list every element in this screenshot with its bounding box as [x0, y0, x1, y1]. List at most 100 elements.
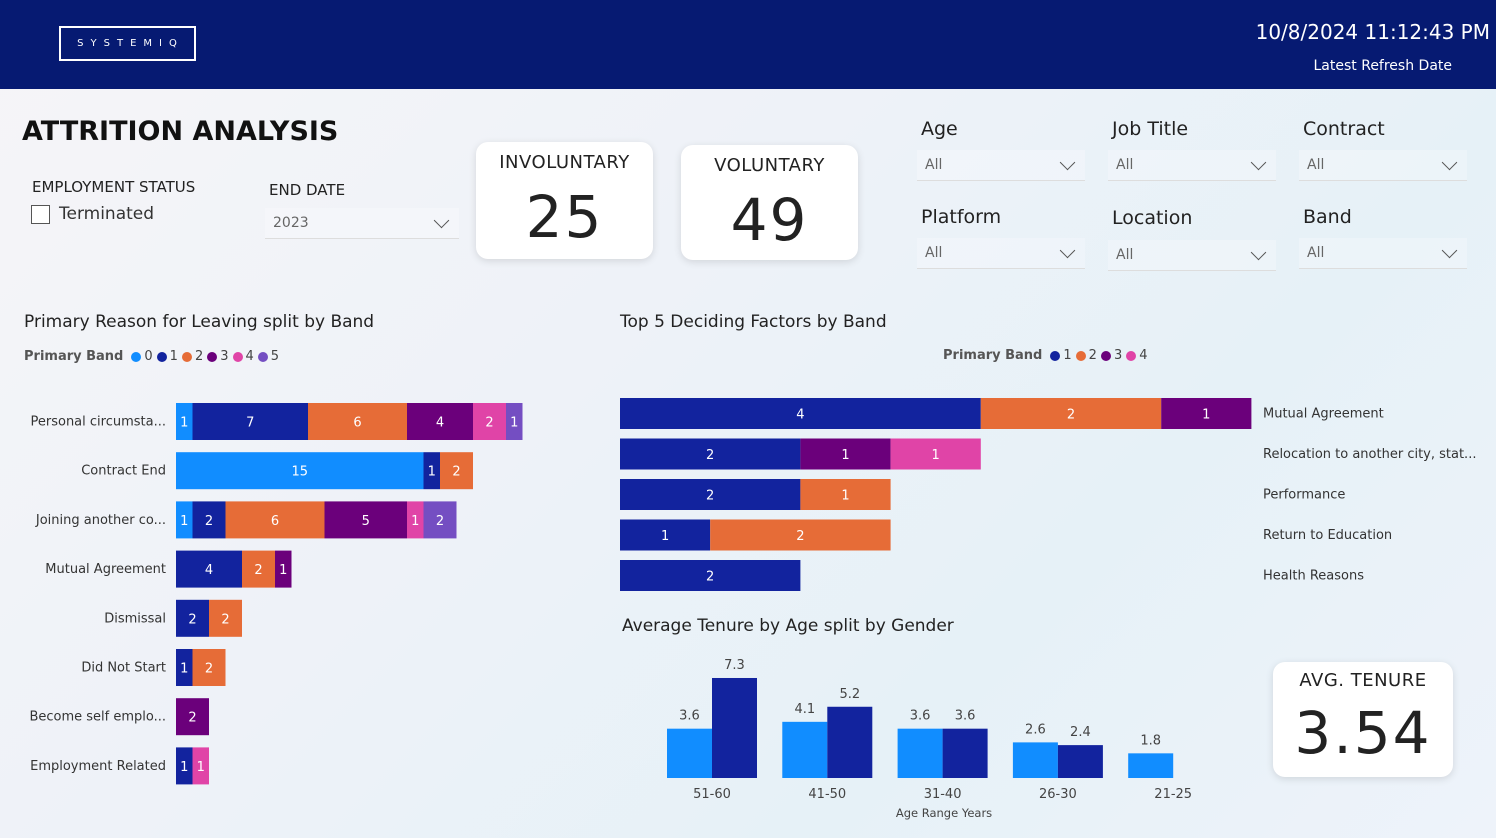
- data-label: 2: [205, 662, 213, 677]
- category-label: Return to Education: [1263, 528, 1392, 543]
- data-label: 2: [436, 514, 444, 529]
- x-tick-label: 31-40: [924, 787, 962, 802]
- platform-value: All: [925, 245, 943, 261]
- data-label: 3.6: [955, 709, 976, 724]
- job-title-label: Job Title: [1112, 118, 1189, 140]
- band-value: All: [1307, 245, 1325, 261]
- terminated-checkbox[interactable]: [31, 204, 50, 224]
- end-date-dropdown[interactable]: 2023: [265, 208, 459, 239]
- contract-dropdown[interactable]: All: [1299, 150, 1467, 181]
- data-label: 15: [291, 465, 308, 480]
- category-label: Performance: [1263, 488, 1345, 503]
- legend-item[interactable]: 4: [232, 349, 254, 364]
- bar[interactable]: [897, 728, 943, 778]
- data-label: 1: [1202, 408, 1210, 423]
- legend-label: 4: [245, 349, 254, 364]
- end-date-value: 2023: [273, 215, 309, 231]
- avg-tenure-value: 3.54: [1294, 699, 1432, 767]
- x-tick-label: 41-50: [808, 787, 846, 802]
- legend-dot: [232, 351, 243, 362]
- category-label: Joining another co...: [35, 513, 166, 528]
- legend-dot: [1100, 350, 1111, 361]
- data-label: 3.6: [679, 709, 700, 724]
- data-label: 2: [205, 514, 213, 529]
- category-label: Become self emplo...: [29, 710, 166, 725]
- voluntary-label: VOLUNTARY: [714, 155, 825, 176]
- legend-dot: [131, 351, 142, 362]
- x-tick-label: 26-30: [1039, 787, 1077, 802]
- refresh-label: Latest Refresh Date: [1313, 58, 1453, 74]
- data-label: 2: [221, 612, 229, 627]
- category-label: Health Reasons: [1263, 569, 1364, 584]
- chevron-down-icon: [1250, 154, 1267, 170]
- x-tick-label: 21-25: [1154, 787, 1192, 802]
- job-title-value: All: [1116, 157, 1134, 173]
- legend-dot: [257, 351, 268, 362]
- contract-value: All: [1307, 157, 1325, 173]
- legend-item[interactable]: 3: [1100, 348, 1122, 363]
- age-value: All: [925, 157, 943, 173]
- legend-item[interactable]: 3: [207, 349, 229, 364]
- chevron-down-icon: [1441, 242, 1458, 258]
- bar[interactable]: [782, 721, 828, 778]
- platform-dropdown[interactable]: All: [917, 238, 1085, 269]
- legend-item[interactable]: 5: [257, 349, 279, 364]
- avg-tenure-label: AVG. TENURE: [1299, 670, 1427, 691]
- data-label: 2: [706, 448, 714, 463]
- bar[interactable]: [1128, 753, 1174, 778]
- legend-item[interactable]: 0: [131, 349, 153, 364]
- legend-item[interactable]: 4: [1126, 348, 1148, 363]
- legend-label: 0: [144, 349, 153, 364]
- factors-chart-title: Top 5 Deciding Factors by Band: [620, 312, 887, 332]
- legend-label: 1: [169, 349, 178, 364]
- data-label: 2: [706, 570, 714, 585]
- data-label: 1: [197, 760, 205, 775]
- location-dropdown[interactable]: All: [1108, 240, 1276, 271]
- legend-item[interactable]: 1: [1050, 348, 1072, 363]
- data-label: 1: [180, 760, 188, 775]
- data-label: 1: [510, 416, 518, 431]
- tenure-chart-title: Average Tenure by Age split by Gender: [622, 616, 954, 636]
- factors-legend: Primary Band 1 2 3 4: [943, 348, 1152, 363]
- x-axis-label: Age Range Years: [896, 806, 992, 820]
- involuntary-card: INVOLUNTARY 25: [476, 142, 653, 259]
- data-label: 1: [180, 662, 188, 677]
- data-label: 2: [188, 612, 196, 627]
- terminated-label: Terminated: [59, 204, 155, 224]
- avg-tenure-card: AVG. TENURE 3.54: [1273, 662, 1453, 777]
- legend-dot: [1050, 350, 1061, 361]
- data-label: 6: [271, 514, 279, 529]
- data-label: 4.1: [794, 702, 815, 717]
- data-label: 2: [254, 563, 262, 578]
- data-label: 1: [180, 514, 188, 529]
- legend-dot: [181, 351, 192, 362]
- job-title-dropdown[interactable]: All: [1108, 150, 1276, 181]
- bar[interactable]: [942, 728, 988, 778]
- bar[interactable]: [667, 728, 712, 778]
- data-label: 2: [706, 489, 714, 504]
- category-label: Did Not Start: [81, 661, 166, 676]
- age-dropdown[interactable]: All: [917, 150, 1085, 181]
- legend-dot: [207, 351, 218, 362]
- page-title: ATTRITION ANALYSIS: [22, 116, 339, 147]
- legend-item[interactable]: 1: [156, 349, 178, 364]
- terminated-option[interactable]: Terminated: [31, 204, 154, 224]
- legend-item[interactable]: 2: [1075, 348, 1097, 363]
- bar[interactable]: [712, 677, 757, 778]
- legend-item[interactable]: 2: [181, 349, 203, 364]
- bar[interactable]: [827, 706, 873, 778]
- band-dropdown[interactable]: All: [1299, 238, 1467, 269]
- category-label: Employment Related: [30, 759, 166, 774]
- bar[interactable]: [1012, 742, 1058, 778]
- location-value: All: [1116, 247, 1134, 263]
- data-label: 7.3: [724, 658, 745, 673]
- bar[interactable]: [1057, 745, 1103, 778]
- data-label: 2: [1067, 408, 1075, 423]
- voluntary-card: VOLUNTARY 49: [681, 145, 858, 260]
- involuntary-value: 25: [525, 183, 604, 251]
- data-label: 2.4: [1070, 725, 1091, 740]
- factors-chart: Mutual Agreement 4 2 1 Relocation to another…: [620, 398, 1476, 591]
- data-label: 1: [428, 465, 436, 480]
- end-date-label: END DATE: [269, 181, 346, 199]
- legend-label: 3: [220, 349, 229, 364]
